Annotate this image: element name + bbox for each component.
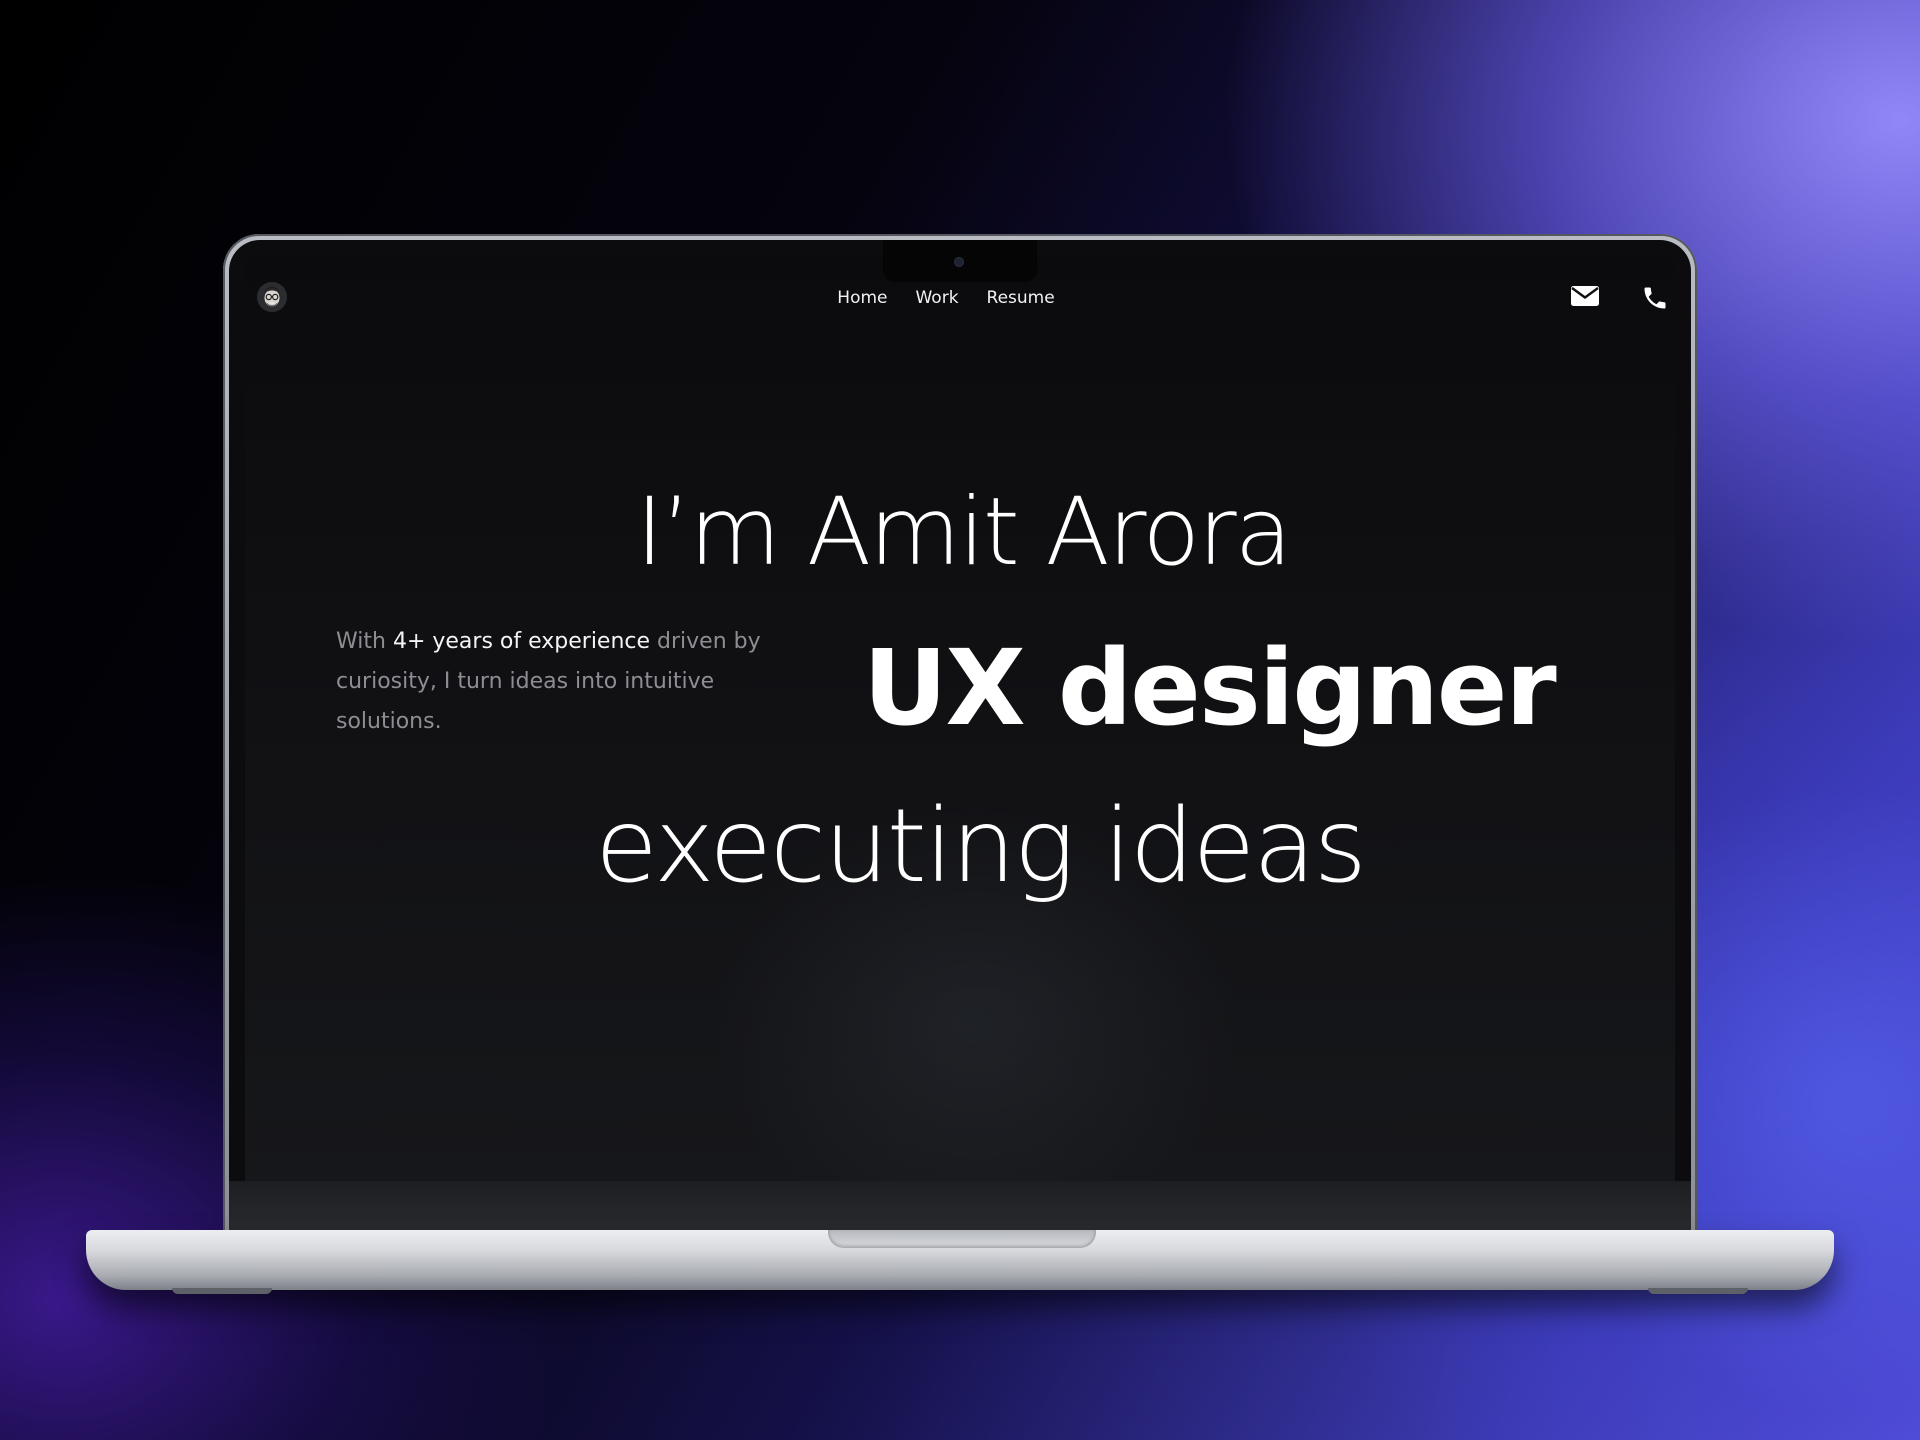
- intro-highlight: 4+ years of experience: [392, 629, 651, 654]
- laptop-chin: [229, 1181, 1691, 1232]
- nav-work-link[interactable]: Work: [915, 288, 958, 308]
- hero-role-heading: UX designer: [863, 627, 1557, 749]
- intro-paragraph: With 4+ years of experience driven by cu…: [336, 622, 816, 742]
- main-nav: Home Work Resume: [245, 288, 1661, 308]
- laptop-foot-left: [172, 1288, 272, 1294]
- nav-home-link[interactable]: Home: [837, 288, 887, 308]
- phone-icon[interactable]: [1641, 284, 1671, 310]
- nav-resume-link[interactable]: Resume: [987, 288, 1055, 308]
- camera-notch: [883, 240, 1037, 282]
- hero-tagline: executing ideas: [595, 787, 1367, 906]
- camera-icon: [954, 257, 964, 267]
- laptop-base: [86, 1230, 1834, 1290]
- hero-name-heading: I’m Amit Arora: [635, 478, 1292, 587]
- laptop-opening-notch: [828, 1230, 1096, 1248]
- laptop-screen: Home Work Resume I’m Amit Arora With 4+ …: [245, 256, 1675, 1181]
- intro-prefix: With: [336, 629, 393, 654]
- mail-icon[interactable]: [1570, 284, 1600, 310]
- laptop-foot-right: [1648, 1288, 1748, 1294]
